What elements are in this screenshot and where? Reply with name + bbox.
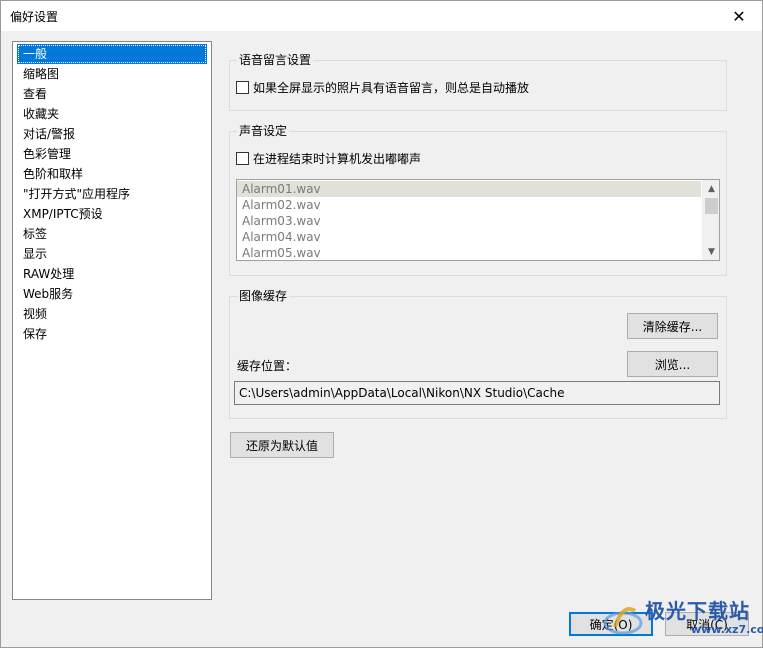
sound-file-list[interactable]: Alarm01.wav Alarm02.wav Alarm03.wav Alar… [236,179,720,261]
category-item-thumbnails[interactable]: 缩略图 [17,64,207,84]
category-item-color-management[interactable]: 色彩管理 [17,144,207,164]
sound-item[interactable]: Alarm05.wav [237,245,701,260]
cache-location-label: 缓存位置： [237,359,298,373]
title-bar: 偏好设置 ✕ [1,1,762,31]
category-item-labels[interactable]: 标签 [17,224,207,244]
beep-on-complete-label: 在进程结束时计算机发出嘟嘟声 [253,152,422,166]
scroll-up-icon[interactable]: ▲ [703,180,719,197]
auto-play-voice-memo-label: 如果全屏显示的照片具有语音留言，则总是自动播放 [253,81,530,95]
category-item-dialogs-alerts[interactable]: 对话/警报 [17,124,207,144]
cancel-button[interactable]: 取消(C) [665,612,749,636]
sound-item[interactable]: Alarm04.wav [237,229,701,245]
sound-item[interactable]: Alarm02.wav [237,197,701,213]
preferences-dialog: 偏好设置 ✕ 一般 缩略图 查看 收藏夹 对话/警报 色彩管理 色阶和取样 "打… [0,0,763,648]
voice-memo-group-title: 语音留言设置 [237,53,314,67]
sound-list-scrollbar[interactable]: ▲ ▼ [702,180,719,260]
sound-group-title: 声音设定 [237,124,290,138]
reset-defaults-button[interactable]: 还原为默认值 [230,432,334,458]
window-title: 偏好设置 [10,10,59,24]
beep-on-complete-checkbox[interactable]: 在进程结束时计算机发出嘟嘟声 [236,150,421,167]
browse-button[interactable]: 浏览... [627,351,718,377]
ok-button[interactable]: 确定(O) [569,612,653,636]
category-item-save[interactable]: 保存 [17,324,207,344]
category-item-open-with[interactable]: "打开方式"应用程序 [17,184,207,204]
category-item-video[interactable]: 视频 [17,304,207,324]
sound-item[interactable]: Alarm03.wav [237,213,701,229]
sound-item[interactable]: Alarm01.wav [237,181,701,197]
close-icon: ✕ [732,6,746,26]
image-cache-group-title: 图像缓存 [237,289,290,303]
close-button[interactable]: ✕ [716,1,762,31]
category-item-levels-sampling[interactable]: 色阶和取样 [17,164,207,184]
category-item-general[interactable]: 一般 [17,44,207,64]
category-item-view[interactable]: 查看 [17,84,207,104]
checkbox-box[interactable] [236,81,249,94]
category-list[interactable]: 一般 缩略图 查看 收藏夹 对话/警报 色彩管理 色阶和取样 "打开方式"应用程… [12,41,212,600]
category-item-display[interactable]: 显示 [17,244,207,264]
category-item-favorites[interactable]: 收藏夹 [17,104,207,124]
scroll-thumb[interactable] [705,198,718,214]
cache-path-field[interactable]: C:\Users\admin\AppData\Local\Nikon\NX St… [234,381,720,405]
category-item-raw-processing[interactable]: RAW处理 [17,264,207,284]
scroll-down-icon[interactable]: ▼ [703,243,719,260]
clear-cache-button[interactable]: 清除缓存... [627,313,718,339]
category-item-web-services[interactable]: Web服务 [17,284,207,304]
auto-play-voice-memo-checkbox[interactable]: 如果全屏显示的照片具有语音留言，则总是自动播放 [236,79,529,96]
category-item-xmp-iptc[interactable]: XMP/IPTC预设 [17,204,207,224]
checkbox-box[interactable] [236,152,249,165]
